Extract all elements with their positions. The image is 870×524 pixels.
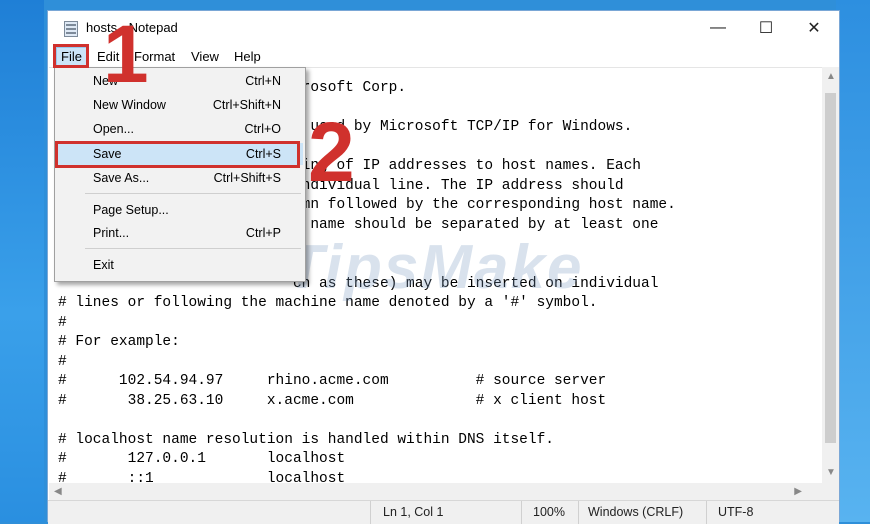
close-button[interactable]: ✕	[791, 11, 837, 45]
step-number-2: 2	[308, 105, 355, 199]
desktop-background-right	[836, 0, 870, 522]
scroll-left-icon[interactable]: ◀	[54, 486, 62, 497]
menu-item-new[interactable]: New Ctrl+N	[57, 70, 303, 92]
editor-line: # localhost name resolution is handled w…	[58, 432, 554, 448]
scroll-up-icon[interactable]: ▲	[826, 71, 836, 82]
editor-line: # 127.0.0.1 localhost	[58, 451, 346, 467]
menu-item-print[interactable]: Print... Ctrl+P	[57, 222, 303, 244]
menu-separator	[85, 193, 301, 194]
horizontal-scrollbar[interactable]: ◀ ▶	[49, 483, 824, 500]
menu-separator	[85, 248, 301, 249]
desktop-background-left	[0, 0, 44, 522]
menu-item-exit[interactable]: Exit	[57, 254, 303, 276]
minimize-button[interactable]: —	[695, 11, 741, 45]
editor-line: # 102.54.94.97 rhino.acme.com # source s…	[58, 373, 607, 389]
status-zoom: 100%	[533, 505, 565, 519]
menu-item-shortcut: Ctrl+Shift+S	[213, 171, 281, 185]
title-bar[interactable]: hosts - Notepad — ☐ ✕	[48, 11, 839, 45]
file-menu-dropdown: New Ctrl+N New Window Ctrl+Shift+N Open.…	[54, 67, 306, 282]
editor-line: # For example:	[58, 334, 180, 350]
menu-item-label: Exit	[93, 258, 114, 272]
editor-line: #	[58, 354, 67, 370]
menu-item-shortcut: Ctrl+P	[245, 226, 281, 240]
status-separator	[521, 501, 522, 524]
menu-item-shortcut: Ctrl+N	[245, 74, 281, 88]
menu-item-label: New Window	[93, 98, 166, 112]
scrollbar-corner	[822, 483, 839, 500]
menu-item-open[interactable]: Open... Ctrl+O	[57, 118, 303, 140]
vertical-scrollbar[interactable]: ▲ ▼	[822, 67, 839, 483]
menu-item-label: Page Setup...	[93, 203, 169, 217]
maximize-button[interactable]: ☐	[743, 11, 789, 45]
status-encoding: UTF-8	[718, 505, 754, 519]
scroll-right-icon[interactable]: ▶	[794, 486, 802, 497]
menu-help[interactable]: Help	[229, 47, 266, 66]
save-item-highlight-box	[55, 141, 300, 168]
notepad-icon	[64, 21, 78, 37]
status-separator	[706, 501, 707, 524]
editor-line: # 38.25.63.10 x.acme.com # x client host	[58, 393, 607, 409]
watermark: TipsMake	[286, 233, 584, 302]
status-separator	[578, 501, 579, 524]
menu-item-new-window[interactable]: New Window Ctrl+Shift+N	[57, 94, 303, 116]
menu-bar: File Edit Format View Help	[48, 45, 839, 67]
menu-item-page-setup[interactable]: Page Setup...	[57, 199, 303, 221]
step-number-1: 1	[103, 9, 149, 100]
status-bar: Ln 1, Col 1 100% Windows (CRLF) UTF-8	[48, 500, 839, 524]
menu-view[interactable]: View	[186, 47, 224, 66]
menu-item-label: Print...	[93, 226, 130, 240]
menu-item-save-as[interactable]: Save As... Ctrl+Shift+S	[57, 167, 303, 189]
status-line-ending: Windows (CRLF)	[588, 505, 684, 519]
editor-line: #	[58, 315, 67, 331]
status-position: Ln 1, Col 1	[383, 505, 444, 519]
status-separator	[370, 501, 371, 524]
file-menu-highlight-box	[53, 44, 89, 68]
vertical-scroll-thumb[interactable]	[825, 93, 836, 443]
menu-item-label: Save As...	[93, 171, 150, 185]
menu-item-label: Open...	[93, 122, 134, 136]
menu-item-shortcut: Ctrl+O	[244, 122, 281, 136]
scroll-down-icon[interactable]: ▼	[826, 467, 836, 478]
menu-item-shortcut: Ctrl+Shift+N	[212, 98, 281, 112]
